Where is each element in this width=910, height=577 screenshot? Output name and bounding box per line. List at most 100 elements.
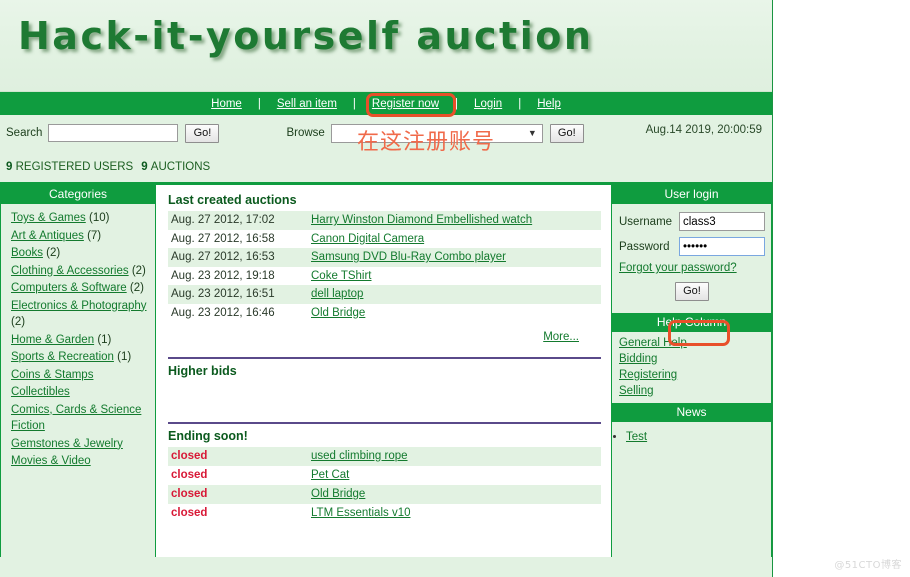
list-item: Bidding [619, 351, 771, 367]
search-label: Search [6, 127, 43, 139]
list-item: Clothing & Accessories (2) [11, 263, 153, 280]
category-link-books[interactable]: Books [11, 247, 43, 259]
screenshot-root: Hack-it-yourself auction Home | Sell an … [0, 0, 910, 577]
table-row[interactable]: Aug. 23 2012, 16:51 dell laptop [168, 285, 601, 304]
browse-category-select[interactable]: ▼ [330, 123, 543, 143]
category-link-home-garden[interactable]: Home & Garden [11, 334, 94, 346]
category-link-coins-stamps[interactable]: Coins & Stamps [11, 369, 93, 381]
help-link-registering[interactable]: Registering [619, 369, 677, 381]
category-link-toys-games[interactable]: Toys & Games [11, 212, 86, 224]
auction-date: Aug. 27 2012, 17:02 [171, 214, 275, 226]
higher-bids-header: Higher bids [168, 364, 237, 378]
forgot-password-link[interactable]: Forgot your password? [619, 262, 737, 274]
list-item: Home & Garden (1) [11, 332, 153, 349]
login-button-row: Go! [619, 281, 765, 307]
user-login-header: User login [612, 185, 771, 204]
login-go-button[interactable]: Go! [675, 282, 709, 301]
auction-date: Aug. 23 2012, 16:46 [171, 306, 275, 319]
nav-separator: | [455, 97, 459, 110]
username-row: Username [619, 212, 765, 231]
status-badge: closed [171, 488, 208, 500]
nav-item-register-now[interactable]: Register now [369, 98, 442, 110]
category-link-art-antiques[interactable]: Art & Antiques [11, 230, 84, 242]
password-label: Password [619, 240, 670, 253]
site-container: Hack-it-yourself auction Home | Sell an … [0, 0, 773, 577]
categories-list: Toys & Games (10) Art & Antiques (7) Boo… [1, 204, 155, 470]
search-input[interactable] [48, 124, 179, 142]
last-auctions-header: Last created auctions [168, 193, 297, 207]
category-link-clothing-accessories[interactable]: Clothing & Accessories [11, 265, 129, 277]
site-banner: Hack-it-yourself auction [0, 0, 772, 92]
table-row[interactable]: Aug. 23 2012, 19:18 Coke TShirt [168, 266, 601, 285]
server-datetime: Aug.14 2019, 20:00:59 [645, 124, 762, 136]
help-link-general-help[interactable]: General Help [619, 337, 687, 349]
section-divider [168, 357, 601, 359]
list-item: Test [626, 429, 771, 445]
category-count: (1) [97, 333, 112, 346]
list-item: Registering [619, 367, 771, 383]
category-link-comics-cards-science-fiction[interactable]: Comics, Cards & Science Fiction [11, 404, 141, 433]
main-navigation: Home | Sell an item | Register now | Log… [0, 92, 772, 115]
search-go-button[interactable]: Go! [185, 123, 220, 143]
table-row[interactable]: Aug. 27 2012, 16:58 Canon Digital Camera [168, 229, 601, 248]
category-link-sports-recreation[interactable]: Sports & Recreation [11, 351, 114, 363]
site-stats: 9 REGISTERED USERS 9 AUCTIONS [0, 151, 772, 185]
ending-soon-title-link[interactable]: Old Bridge [311, 488, 365, 500]
table-row[interactable]: closed Old Bridge [168, 485, 601, 504]
higher-bids-empty [168, 382, 601, 408]
list-item: Art & Antiques (7) [11, 228, 153, 245]
category-link-movies-video[interactable]: Movies & Video [11, 455, 91, 467]
status-badge: closed [171, 450, 208, 462]
nav-separator: | [518, 97, 522, 110]
category-count: (2) [131, 264, 146, 277]
category-link-computers-software[interactable]: Computers & Software [11, 282, 127, 294]
auction-title-link[interactable]: Harry Winston Diamond Embellished watch [311, 214, 532, 226]
help-link-bidding[interactable]: Bidding [619, 353, 657, 365]
auctions-count: 9 [141, 160, 148, 173]
auction-title-link[interactable]: Coke TShirt [311, 270, 372, 282]
ending-soon-title-link[interactable]: used climbing rope [311, 450, 408, 462]
more-link[interactable]: More... [543, 331, 579, 343]
nav-item-login[interactable]: Login [471, 98, 505, 110]
username-label: Username [619, 215, 673, 228]
auction-title-link[interactable]: Old Bridge [311, 307, 365, 319]
username-input[interactable] [679, 212, 765, 231]
password-input[interactable] [679, 237, 765, 256]
status-badge: closed [171, 469, 208, 481]
ending-soon-title-link[interactable]: Pet Cat [311, 469, 349, 481]
auction-title-link[interactable]: dell laptop [311, 288, 363, 300]
category-count: (10) [88, 212, 110, 224]
last-auctions-table: Aug. 27 2012, 17:02 Harry Winston Diamon… [168, 211, 601, 322]
auction-title-link[interactable]: Samsung DVD Blu-Ray Combo player [311, 251, 506, 263]
table-row[interactable]: closed LTM Essentials v10 [168, 504, 601, 523]
list-item: Selling [619, 383, 771, 399]
auction-date: Aug. 27 2012, 16:53 [171, 251, 275, 263]
nav-item-sell-an-item[interactable]: Sell an item [274, 98, 340, 110]
table-row[interactable]: Aug. 27 2012, 16:53 Samsung DVD Blu-Ray … [168, 248, 601, 267]
auction-title-link[interactable]: Canon Digital Camera [311, 233, 424, 245]
category-link-collectibles[interactable]: Collectibles [11, 386, 70, 398]
browse-group: Browse ▼ Go! [286, 123, 584, 143]
nav-separator: | [352, 97, 356, 110]
table-row[interactable]: Aug. 23 2012, 16:46 Old Bridge [168, 303, 601, 322]
table-row[interactable]: closed used climbing rope [168, 447, 601, 466]
list-item: Toys & Games (10) [11, 210, 153, 227]
help-column-list: General Help Bidding Registering Selling [612, 332, 771, 403]
table-row[interactable]: Aug. 27 2012, 17:02 Harry Winston Diamon… [168, 211, 601, 230]
table-row[interactable]: closed Pet Cat [168, 466, 601, 485]
help-link-selling[interactable]: Selling [619, 385, 654, 397]
main-content: Last created auctions Aug. 27 2012, 17:0… [156, 185, 611, 557]
auction-date: Aug. 23 2012, 16:51 [171, 288, 275, 300]
list-item: Computers & Software (2) [11, 280, 153, 297]
ending-soon-title-link[interactable]: LTM Essentials v10 [311, 507, 411, 519]
nav-item-help[interactable]: Help [534, 98, 564, 110]
category-link-electronics-photography[interactable]: Electronics & Photography [11, 300, 147, 312]
help-column-header: Help Column [612, 313, 771, 332]
auctions-label: AUCTIONS [150, 160, 211, 173]
list-item: Coins & Stamps [11, 367, 153, 384]
browse-go-button[interactable]: Go! [549, 123, 584, 143]
nav-item-home[interactable]: Home [208, 98, 245, 110]
category-link-gemstones-jewelry[interactable]: Gemstones & Jewelry [11, 438, 123, 450]
ending-soon-table: closed used climbing rope closed Pet Cat… [168, 447, 601, 523]
news-link-test[interactable]: Test [626, 431, 647, 443]
